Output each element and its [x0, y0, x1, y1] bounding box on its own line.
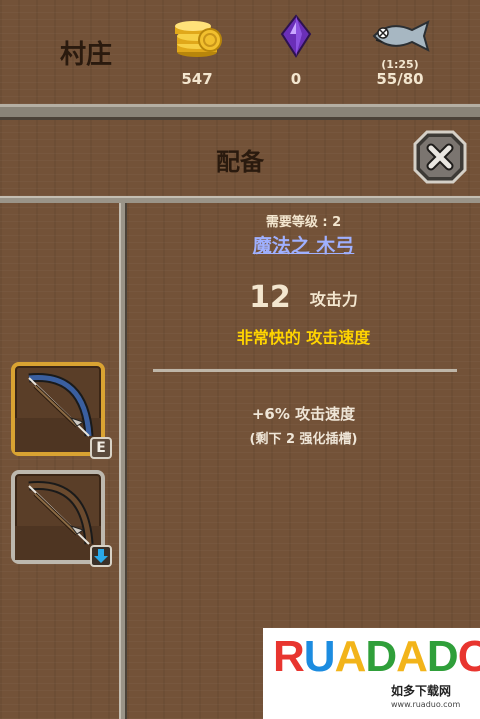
bonus-text: +6% 攻击速度	[251, 405, 356, 423]
column-divider	[119, 203, 127, 719]
fish-value: 55/80	[376, 70, 424, 88]
purple-crystal-icon	[256, 14, 336, 58]
level-requirement: 需要等级 : 2	[265, 215, 342, 230]
panel-title: 配备	[216, 148, 264, 176]
fish-icon	[360, 14, 440, 58]
fish-timer: (1:25)	[381, 58, 419, 71]
close-icon	[413, 130, 467, 184]
close-button[interactable]	[413, 130, 467, 184]
bow-icon	[28, 480, 94, 545]
resource-bar: 村庄 547 0 55/80 (1:25)	[0, 0, 480, 104]
attack-stat: 12 攻击力	[127, 280, 480, 315]
gem-counter: 0	[256, 14, 336, 88]
arrow-down-icon	[90, 545, 112, 567]
equipped-badge: E	[90, 437, 112, 459]
equipment-slot-column	[0, 203, 119, 719]
watermark-subtitle: 如多下载网	[391, 684, 452, 698]
gold-coins-icon	[157, 14, 237, 58]
attack-speed-text: 非常快的 攻击速度	[236, 328, 371, 347]
gold-value: 547	[181, 70, 213, 88]
top-divider	[0, 104, 480, 120]
watermark-url: www.ruaduo.com	[391, 700, 461, 709]
detail-divider	[153, 369, 457, 372]
gem-value: 0	[290, 70, 302, 88]
item-name-link[interactable]: 魔法之 木弓	[127, 231, 480, 258]
fish-counter: 55/80	[360, 14, 440, 88]
upgrade-slots-remaining: (剩下 2 强化插槽)	[249, 432, 358, 447]
panel-header: 配备	[0, 120, 480, 196]
watermark-logo: RUADADO	[273, 632, 480, 681]
bow-icon	[28, 372, 94, 437]
watermark: RUADADO 如多下载网 www.ruaduo.com	[263, 628, 480, 719]
location-title: 村庄	[60, 40, 113, 70]
header-divider	[0, 196, 480, 203]
attack-label: 攻击力	[309, 289, 358, 309]
gold-counter: 547	[157, 14, 237, 88]
attack-value: 12	[249, 280, 291, 315]
